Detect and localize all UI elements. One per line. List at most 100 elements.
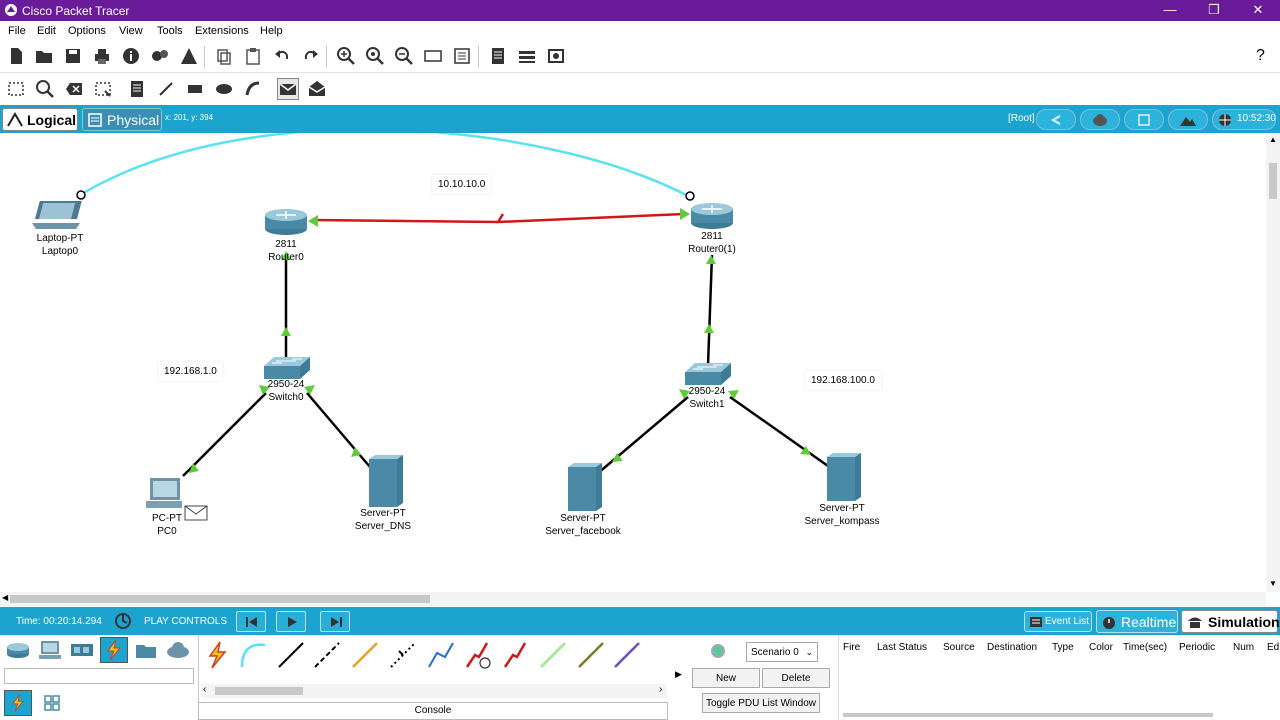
- open-folder-icon[interactable]: [33, 45, 55, 67]
- drawing-palette-icon[interactable]: [422, 45, 444, 67]
- menu-extensions[interactable]: Extensions: [195, 25, 249, 37]
- column-header-edit[interactable]: Ed: [1267, 642, 1279, 653]
- zoom-in-icon[interactable]: [335, 45, 357, 67]
- menu-tools[interactable]: Tools: [157, 25, 183, 37]
- scroll-left-icon[interactable]: ‹: [203, 684, 206, 695]
- complex-pdu-icon[interactable]: [306, 78, 328, 100]
- freeform-tool-icon[interactable]: [242, 78, 264, 100]
- network-devices-icon[interactable]: [4, 637, 32, 663]
- server-kompass-label[interactable]: Server-PT Server_kompass: [797, 502, 887, 528]
- maximize-button[interactable]: ❐: [1192, 0, 1236, 21]
- miscellaneous-icon[interactable]: [132, 637, 160, 663]
- new-cluster-button[interactable]: [1124, 109, 1164, 130]
- pc0-label[interactable]: PC-PT PC0: [137, 512, 197, 538]
- resize-tool-icon[interactable]: [92, 78, 114, 100]
- grid-view-icon[interactable]: [38, 690, 66, 716]
- router1-label[interactable]: 2811 Router0(1): [677, 230, 747, 256]
- draw-rectangle-icon[interactable]: [184, 78, 206, 100]
- horizontal-scroll-thumb[interactable]: [10, 595, 430, 603]
- back-step-button[interactable]: [236, 611, 266, 632]
- info-icon[interactable]: [120, 45, 142, 67]
- menu-view[interactable]: View: [119, 25, 143, 37]
- scenario-select[interactable]: Scenario 0 ⌄: [746, 642, 818, 662]
- note-tool-icon[interactable]: [126, 78, 148, 100]
- physical-view-tab[interactable]: Physical: [82, 108, 162, 131]
- zoom-reset-icon[interactable]: [364, 45, 386, 67]
- event-list-button[interactable]: Event List: [1024, 611, 1092, 632]
- background-button[interactable]: [1168, 109, 1208, 130]
- device-list-icon[interactable]: [516, 45, 538, 67]
- copper-cross-over-icon[interactable]: [311, 639, 343, 671]
- delete-tool-icon[interactable]: [63, 78, 85, 100]
- delete-scenario-button[interactable]: Delete: [762, 668, 830, 688]
- vertical-scroll-thumb[interactable]: [1269, 163, 1277, 199]
- toggle-pdu-list-button[interactable]: Toggle PDU List Window: [702, 693, 820, 713]
- scroll-left-icon[interactable]: ◀: [2, 593, 8, 602]
- scroll-down-icon[interactable]: ▼: [1269, 579, 1277, 588]
- draw-ellipse-icon[interactable]: [213, 78, 235, 100]
- panel-toggle-arrow-icon[interactable]: ▶: [675, 669, 682, 680]
- realtime-mode-tab[interactable]: Realtime: [1096, 610, 1178, 633]
- column-header-source[interactable]: Source: [943, 642, 975, 653]
- column-header-time[interactable]: Time(sec): [1123, 642, 1167, 653]
- serial-dte-icon[interactable]: [499, 639, 531, 671]
- undo-icon[interactable]: [271, 45, 293, 67]
- network-label[interactable]: 192.168.1.0: [158, 362, 223, 381]
- simple-pdu-icon[interactable]: [277, 78, 299, 100]
- select-tool-icon[interactable]: [5, 78, 27, 100]
- viewport-icon[interactable]: [545, 45, 567, 67]
- laptop0-label[interactable]: Laptop-PT Laptop0: [30, 232, 90, 258]
- logical-view-tab[interactable]: Logical: [2, 108, 78, 131]
- horizontal-scrollbar[interactable]: ◀: [0, 592, 1266, 606]
- scroll-right-icon[interactable]: ›: [659, 684, 662, 695]
- connections-scroll-thumb[interactable]: [215, 687, 303, 695]
- new-file-icon[interactable]: [5, 45, 27, 67]
- auto-connection-icon[interactable]: [201, 639, 233, 671]
- custom-device-icon[interactable]: [451, 45, 473, 67]
- new-scenario-button[interactable]: New: [692, 668, 760, 688]
- switch0-label[interactable]: 2950-24 Switch0: [256, 378, 316, 404]
- scroll-up-icon[interactable]: ▲: [1269, 135, 1277, 144]
- column-header-last-status[interactable]: Last Status: [877, 642, 927, 653]
- ios-commands-icon[interactable]: [487, 45, 509, 67]
- octal-cable-icon[interactable]: [537, 639, 569, 671]
- server-facebook-label[interactable]: Server-PT Server_facebook: [533, 512, 633, 538]
- column-header-destination[interactable]: Destination: [987, 642, 1037, 653]
- save-icon[interactable]: [62, 45, 84, 67]
- logical-workspace[interactable]: 10.10.10.0 192.168.1.0 192.168.100.0 Lap…: [0, 133, 1266, 592]
- copper-straight-through-icon[interactable]: [275, 639, 307, 671]
- paste-icon[interactable]: [242, 45, 264, 67]
- network-wizard-icon[interactable]: [149, 45, 171, 67]
- minimize-button[interactable]: —: [1148, 0, 1192, 21]
- copy-icon[interactable]: [213, 45, 235, 67]
- column-header-num[interactable]: Num: [1233, 642, 1254, 653]
- play-button[interactable]: [276, 611, 306, 632]
- close-button[interactable]: ✕: [1236, 0, 1280, 21]
- router0-label[interactable]: 2811 Router0: [256, 238, 316, 264]
- connections-icon[interactable]: [100, 637, 128, 663]
- network-label[interactable]: 10.10.10.0: [432, 175, 492, 194]
- inspect-tool-icon[interactable]: [34, 78, 56, 100]
- multiuser-cloud-icon[interactable]: [164, 637, 192, 663]
- menu-options[interactable]: Options: [68, 25, 106, 37]
- column-header-fire[interactable]: Fire: [843, 642, 860, 653]
- vertical-scrollbar[interactable]: ▲ ▼: [1266, 133, 1280, 592]
- connections-scrollbar[interactable]: ‹ ›: [201, 684, 667, 698]
- usb-cable-icon[interactable]: [611, 639, 643, 671]
- menu-file[interactable]: File: [8, 25, 26, 37]
- menu-edit[interactable]: Edit: [37, 25, 56, 37]
- redo-icon[interactable]: [300, 45, 322, 67]
- activity-wizard-icon[interactable]: [178, 45, 200, 67]
- connections-subcategory-icon[interactable]: [4, 690, 32, 716]
- menu-help[interactable]: Help: [260, 25, 283, 37]
- phone-cable-icon[interactable]: [387, 639, 419, 671]
- column-header-periodic[interactable]: Periodic: [1179, 642, 1215, 653]
- scenario-info-icon[interactable]: [710, 643, 726, 659]
- components-icon[interactable]: [68, 637, 96, 663]
- draw-line-icon[interactable]: [155, 78, 177, 100]
- root-breadcrumb[interactable]: [Root]: [1008, 113, 1035, 124]
- device-search-field[interactable]: [4, 668, 194, 684]
- server-dns-label[interactable]: Server-PT Server_DNS: [343, 507, 423, 533]
- pdu-table-scrollbar[interactable]: [843, 713, 1213, 717]
- back-button[interactable]: [1036, 109, 1076, 130]
